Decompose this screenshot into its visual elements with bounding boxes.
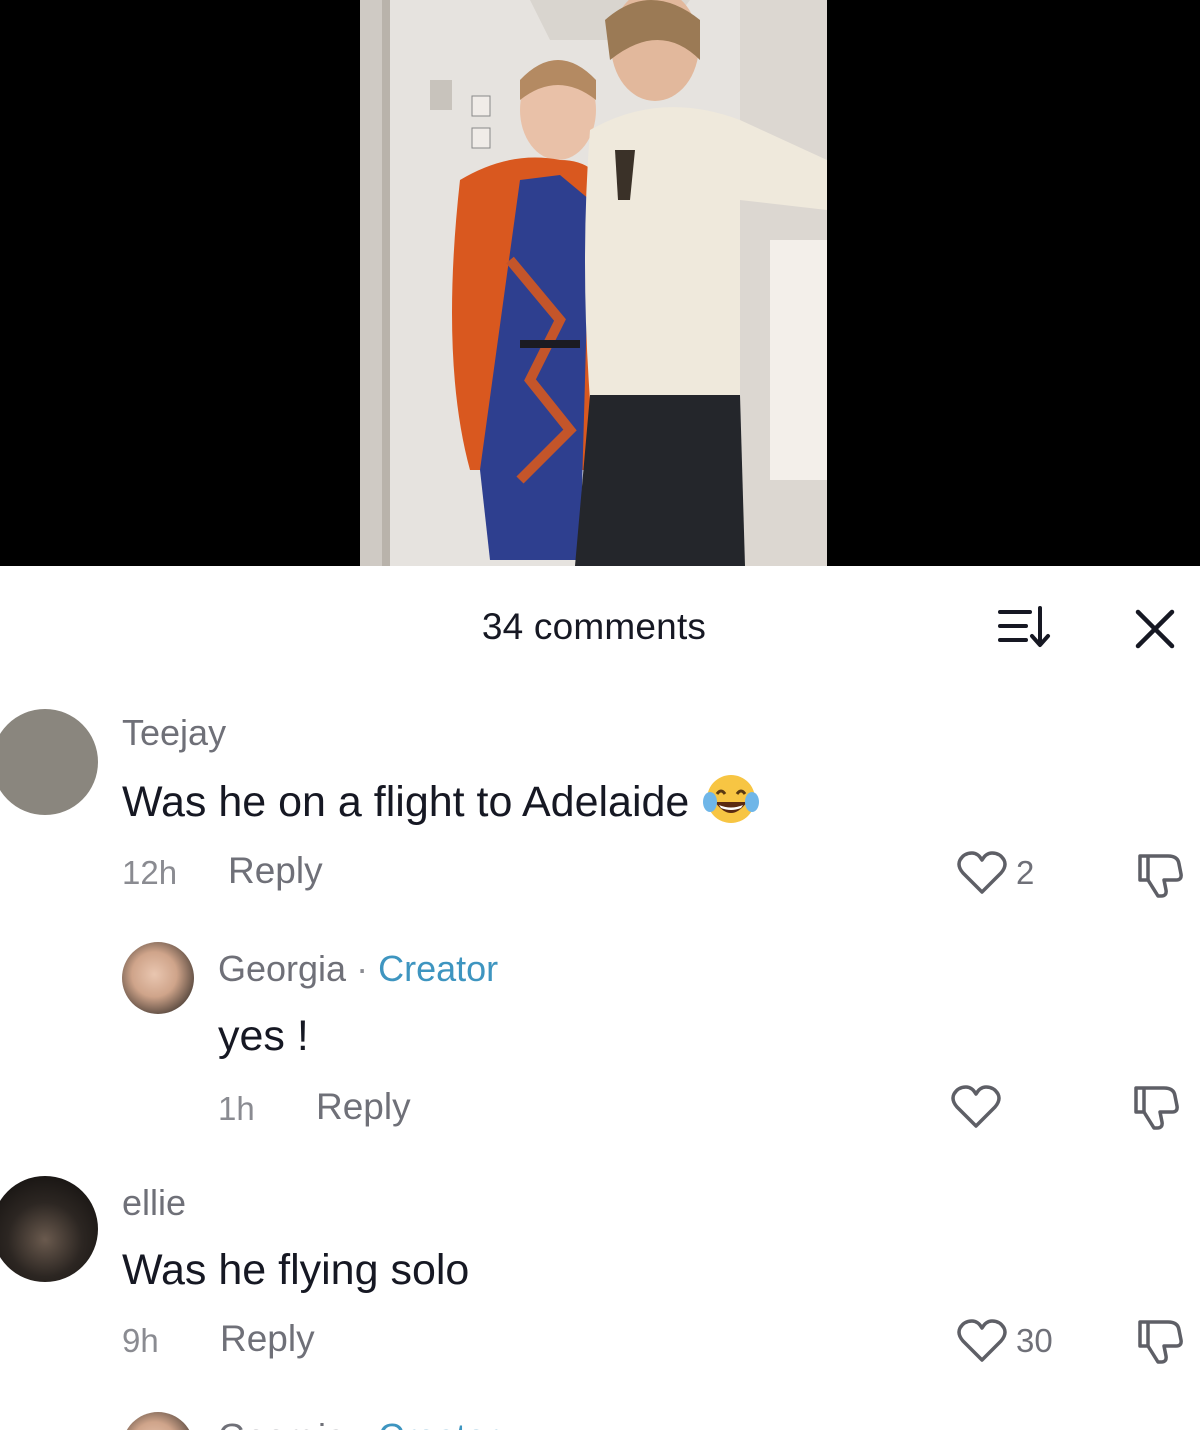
heart-icon — [951, 1085, 1001, 1128]
comment-time: 1h — [218, 1090, 255, 1127]
comment-text: Was he on a flight to Adelaide — [122, 772, 760, 837]
reply-button[interactable]: Reply — [220, 1318, 315, 1360]
creator-badge: Creator — [378, 948, 499, 989]
like-button[interactable]: 30 — [956, 1318, 1053, 1368]
video-player[interactable] — [0, 0, 1200, 566]
creator-badge: Creator — [378, 1416, 498, 1430]
comment-username[interactable]: Georgia · Creator — [218, 948, 498, 990]
reply-button[interactable]: Reply — [228, 850, 323, 892]
sort-icon[interactable] — [996, 604, 1056, 650]
avatar[interactable] — [0, 1176, 98, 1282]
comment-time: 9h — [122, 1322, 159, 1359]
comment-username[interactable]: Georgia · Creator — [218, 1416, 498, 1430]
comment-text: yes ! — [218, 1012, 309, 1060]
username-text[interactable]: Georgia — [218, 948, 346, 989]
comment-text: Was he flying solo — [122, 1246, 470, 1294]
like-button[interactable]: 2 — [956, 850, 1034, 900]
like-button[interactable] — [950, 1084, 1002, 1134]
video-photo — [360, 0, 827, 566]
thumbs-down-icon — [1138, 854, 1183, 898]
avatar[interactable] — [122, 1412, 194, 1430]
separator: · — [356, 948, 369, 989]
thumbs-down-icon — [1134, 1086, 1179, 1130]
heart-icon — [957, 1319, 1007, 1362]
comment-time: 12h — [122, 854, 178, 891]
comment-item: ellie Was he flying solo 9h Reply 30 — [0, 1176, 1200, 1376]
username-text[interactable]: Georgia — [218, 1416, 346, 1430]
comment-username[interactable]: Teejay — [122, 712, 226, 754]
tears-of-joy-emoji-icon — [703, 772, 760, 837]
dislike-button[interactable] — [1134, 1316, 1186, 1366]
reply-button[interactable]: Reply — [316, 1086, 411, 1128]
close-icon[interactable] — [1130, 604, 1180, 654]
comment-item: Teejay Was he on a flight to Adelaide 12… — [0, 706, 1200, 906]
thumbs-down-icon — [1138, 1320, 1183, 1364]
dislike-button[interactable] — [1134, 850, 1186, 900]
reply-item: Georgia · Creator — [0, 1412, 1200, 1430]
avatar[interactable] — [122, 942, 194, 1014]
separator: · — [356, 1416, 368, 1430]
comment-username[interactable]: ellie — [122, 1182, 186, 1224]
heart-icon — [957, 851, 1007, 894]
video-frame — [360, 0, 827, 566]
avatar[interactable] — [0, 709, 98, 815]
reply-item: Georgia · Creator yes ! 1h Reply — [0, 942, 1200, 1142]
like-count: 2 — [1016, 854, 1035, 891]
dislike-button[interactable] — [1130, 1082, 1182, 1132]
comments-sheet: 34 comments Teejay Was he on a flight to… — [0, 566, 1200, 1430]
comment-text-content: Was he on a flight to Adelaide — [122, 777, 690, 826]
like-count: 30 — [1016, 1322, 1053, 1359]
